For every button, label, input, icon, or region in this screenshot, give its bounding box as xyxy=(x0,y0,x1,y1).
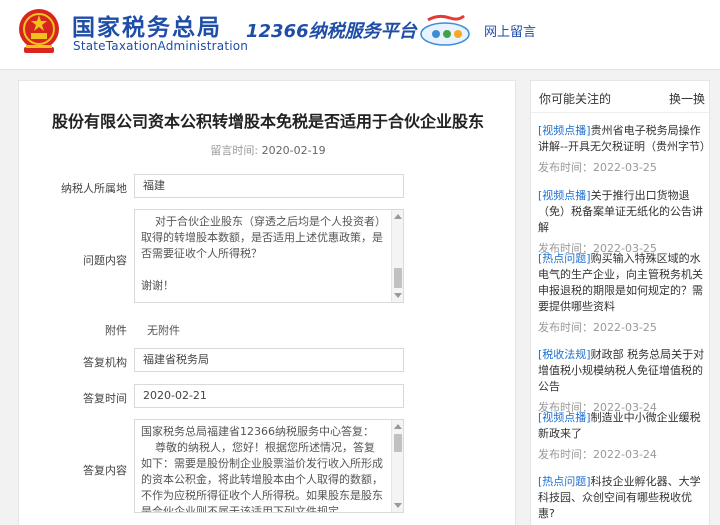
sidebar-title: 你可能关注的 xyxy=(539,92,612,106)
question-scrollbar[interactable] xyxy=(391,210,403,302)
refresh-button[interactable]: 换一换 xyxy=(669,90,705,107)
attachment-value: 无附件 xyxy=(147,324,180,337)
item-tag: [视频点播] xyxy=(538,411,591,424)
answer-time-label: 答复时间 xyxy=(83,392,127,405)
site-header: 国家税务总局 StateTaxationAdministration 12366… xyxy=(0,0,720,70)
item-tag: [视频点播] xyxy=(538,189,591,202)
related-item[interactable]: [视频点播]关于推行出口货物退（免）税备案单证无纸化的公告讲解 发布时间：202… xyxy=(538,188,706,257)
article-panel: 股份有限公司资本公积转增股本免税是否适用于合伙企业股东 留言时间: 2020-0… xyxy=(18,80,516,525)
scroll-down-icon[interactable] xyxy=(394,503,402,508)
question-label: 问题内容 xyxy=(83,254,127,267)
related-sidebar: 你可能关注的 换一换 [视频点播]贵州省电子税务局操作讲解--开具无欠税证明（贵… xyxy=(530,80,710,525)
related-item[interactable]: [视频点播]贵州省电子税务局操作讲解--开具无欠税证明（贵州字节） 发布时间：2… xyxy=(538,123,709,176)
answer-text: 国家税务总局福建省12366纳税服务中心答复： 尊敬的纳税人，您好！根据您所述情… xyxy=(141,425,383,513)
national-emblem-icon xyxy=(19,9,59,53)
scroll-thumb[interactable] xyxy=(394,268,402,288)
scroll-down-icon[interactable] xyxy=(394,293,402,298)
related-item[interactable]: [热点问题]科技企业孵化器、大学科技园、众创空间有哪些税收优惠? 发布时间：20… xyxy=(538,474,706,525)
related-item[interactable]: [税收法规]财政部 税务总局关于对增值税小规模纳税人免征增值税的公告 发布时间：… xyxy=(538,347,706,416)
item-date: 发布时间：2022-03-24 xyxy=(538,448,657,461)
question-text: 对于合伙企业股东（穿透之后均是个人投资者）取得的转增股本数额，是否适用上述优惠政… xyxy=(141,215,383,292)
question-textarea[interactable]: 对于合伙企业股东（穿透之后均是个人投资者）取得的转增股本数额，是否适用上述优惠政… xyxy=(134,209,404,303)
agency-label: 答复机构 xyxy=(83,356,127,369)
item-tag: [税收法规] xyxy=(538,348,591,361)
site-logo-cn[interactable]: 国家税务总局 xyxy=(72,8,222,42)
location-label: 纳税人所属地 xyxy=(61,182,127,195)
location-field[interactable]: 福建 xyxy=(134,174,404,198)
answer-scrollbar[interactable] xyxy=(391,420,403,512)
online-message-link[interactable]: 网上留言 xyxy=(484,21,536,40)
answer-time-field[interactable]: 2020-02-21 xyxy=(134,384,404,408)
scroll-up-icon[interactable] xyxy=(394,424,402,429)
message-date-value: 2020-02-19 xyxy=(261,144,326,157)
related-item[interactable]: [热点问题]购买输入特殊区域的水电气的生产企业，向主管税务机关申报退税的期限是如… xyxy=(538,251,706,336)
article-title: 股份有限公司资本公积转增股本免税是否适用于合伙企业股东 xyxy=(51,112,484,131)
attachment-label: 附件 xyxy=(105,324,127,337)
agency-field[interactable]: 福建省税务局 xyxy=(134,348,404,372)
scroll-thumb[interactable] xyxy=(394,434,402,452)
platform-badge-icon xyxy=(420,14,470,46)
platform-title[interactable]: 12366纳税服务平台 xyxy=(246,17,417,43)
sidebar-header: 你可能关注的 换一换 xyxy=(531,81,709,113)
site-logo-en: StateTaxationAdministration xyxy=(73,39,249,53)
message-date-label: 留言时间: xyxy=(210,144,259,157)
item-tag: [热点问题] xyxy=(538,475,591,488)
item-date: 发布时间：2022-03-25 xyxy=(538,321,657,334)
item-tag: [热点问题] xyxy=(538,252,591,265)
item-date: 发布时间：2022-03-25 xyxy=(538,161,657,174)
message-date: 留言时间: 2020-02-19 xyxy=(19,142,515,158)
related-item[interactable]: [视频点播]制造业中小微企业缓税新政来了 发布时间：2022-03-24 xyxy=(538,410,706,463)
answer-textarea[interactable]: 国家税务总局福建省12366纳税服务中心答复： 尊敬的纳税人，您好！根据您所述情… xyxy=(134,419,404,513)
scroll-up-icon[interactable] xyxy=(394,214,402,219)
item-tag: [视频点播] xyxy=(538,124,591,137)
answer-label: 答复内容 xyxy=(83,464,127,477)
